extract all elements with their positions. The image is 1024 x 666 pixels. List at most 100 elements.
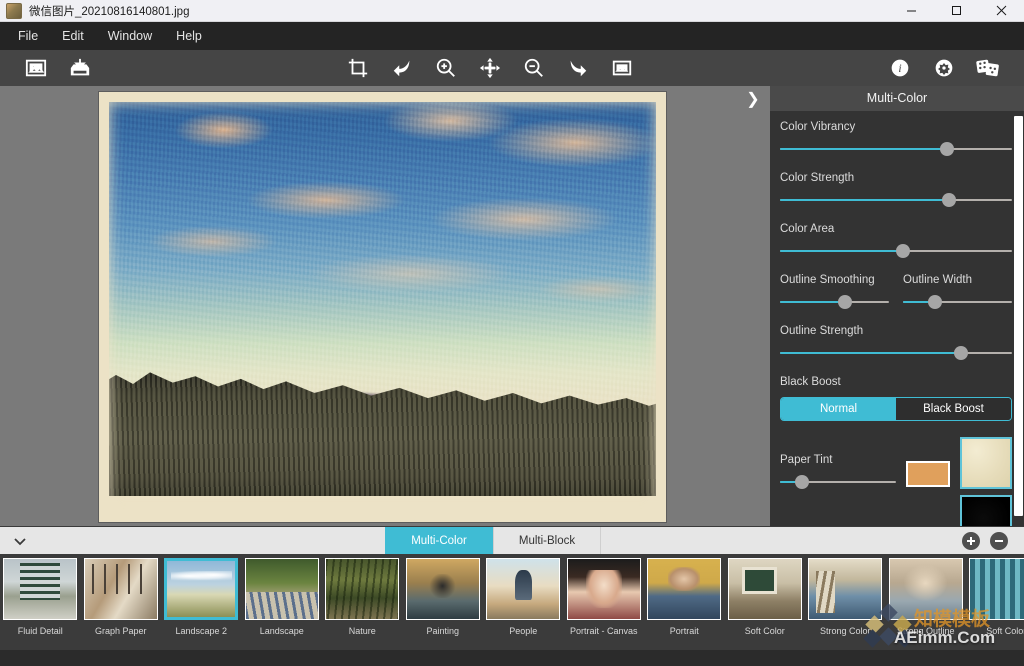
chevron-right-icon[interactable]: ❯ [742, 86, 764, 112]
label-outline-smoothing: Outline Smoothing [780, 273, 875, 286]
slider-thumb[interactable] [838, 294, 853, 309]
settings-gear-icon[interactable] [922, 50, 966, 86]
crop-icon[interactable] [336, 50, 380, 86]
close-button[interactable] [979, 0, 1024, 22]
preset-item-portrait[interactable]: Portrait [644, 554, 725, 650]
control-outline-strength: Outline Strength [780, 325, 1012, 360]
segment-black-boost[interactable]: Black Boost [896, 397, 1011, 420]
label-outline-strength: Outline Strength [780, 324, 864, 337]
preset-label: People [509, 626, 538, 636]
preset-item-landscape[interactable]: Landscape [242, 554, 323, 650]
preset-label: Landscape 2 [175, 626, 228, 636]
label-paper-tint: Paper Tint [780, 453, 833, 466]
slider-fill [780, 351, 961, 354]
minimize-button[interactable] [889, 0, 934, 22]
slider-outline-width[interactable] [903, 294, 1012, 309]
save-image-icon[interactable] [58, 50, 102, 86]
control-row-outline: Outline Smoothing Outline Width [780, 274, 1012, 309]
menu-item-help[interactable]: Help [164, 25, 214, 47]
slider-outline-strength[interactable] [780, 345, 1012, 360]
menu-item-edit[interactable]: Edit [50, 25, 96, 47]
preset-item-people[interactable]: People [483, 554, 564, 650]
image-canvas[interactable]: ❯ [0, 86, 770, 526]
segment-normal[interactable]: Normal [781, 397, 896, 420]
paper-tint-color-swatch[interactable] [906, 460, 950, 487]
control-color-vibrancy: Color Vibrancy [780, 121, 1012, 156]
window-title-bar: 微信图片_20210816140801.jpg [0, 0, 1024, 22]
slider-thumb[interactable] [895, 243, 910, 258]
slider-outline-smoothing[interactable] [780, 294, 889, 309]
redo-icon[interactable] [556, 50, 600, 86]
artwork-preview[interactable] [98, 91, 667, 523]
slider-paper-tint[interactable] [780, 474, 896, 489]
preset-item-soft-color-2[interactable]: Soft Color [966, 554, 1024, 650]
label-color-strength: Color Strength [780, 171, 855, 184]
pan-move-icon[interactable] [468, 50, 512, 86]
tab-multi-color[interactable]: Multi-Color [385, 527, 493, 554]
fit-image-icon[interactable] [600, 50, 644, 86]
tab-action-buttons [946, 527, 1024, 554]
main-body: ❯ Multi-Color Color Vibrancy Color Stren… [0, 86, 1024, 526]
slider-thumb[interactable] [940, 141, 955, 156]
slider-thumb[interactable] [953, 345, 968, 360]
slider-thumb[interactable] [795, 474, 810, 489]
preset-item-painting[interactable]: Painting [403, 554, 484, 650]
preset-tab-bar: Multi-Color Multi-Block [0, 526, 1024, 554]
preset-thumbnail [83, 558, 158, 620]
svg-text:i: i [898, 62, 901, 75]
preset-thumbnail [486, 558, 561, 620]
window-controls [889, 0, 1024, 22]
random-dice-icon[interactable] [966, 50, 1010, 86]
preset-item-soft-color[interactable]: Soft Color [725, 554, 806, 650]
preset-label: Strong Outline [896, 626, 955, 636]
preset-label: Soft Color [986, 626, 1024, 636]
preset-label: Portrait [669, 626, 699, 636]
artwork-sky [99, 92, 666, 411]
chevron-down-icon[interactable] [0, 527, 40, 554]
edge-black-swatch[interactable] [960, 494, 1012, 526]
preset-item-strong-color[interactable]: Strong Color [805, 554, 886, 650]
add-preset-button[interactable] [962, 531, 980, 550]
preset-thumbnail [3, 558, 78, 620]
panel-scrollbar[interactable] [1014, 116, 1023, 516]
control-outline-width: Outline Width [903, 274, 1012, 309]
slider-color-strength[interactable] [780, 192, 1012, 207]
slider-thumb[interactable] [927, 294, 942, 309]
image-file-icon [6, 2, 22, 19]
preset-thumbnail [647, 558, 722, 620]
preset-label: Graph Paper [94, 626, 147, 636]
label-color-area: Color Area [780, 222, 835, 235]
zoom-out-icon[interactable] [512, 50, 556, 86]
preset-item-nature[interactable]: Nature [322, 554, 403, 650]
control-paper-tint: Paper Tint [780, 436, 1012, 489]
zoom-in-icon[interactable] [424, 50, 468, 86]
remove-preset-button[interactable] [990, 531, 1008, 550]
preset-item-portrait-canvas[interactable]: Portrait - Canvas [564, 554, 645, 650]
slider-color-area[interactable] [780, 243, 1012, 258]
menu-item-window[interactable]: Window [96, 25, 164, 47]
tab-multi-block[interactable]: Multi-Block [493, 527, 601, 554]
maximize-button[interactable] [934, 0, 979, 22]
menu-bar: File Edit Window Help [0, 22, 1024, 50]
info-icon[interactable]: i [878, 50, 922, 86]
preset-item-fluid-detail[interactable]: Fluid Detail [0, 554, 81, 650]
paper-texture-swatch[interactable] [960, 436, 1012, 489]
undo-icon[interactable] [380, 50, 424, 86]
menu-item-file[interactable]: File [6, 25, 50, 47]
preset-item-strong-outline[interactable]: Strong Outline [886, 554, 967, 650]
slider-thumb[interactable] [942, 192, 957, 207]
label-outline-width: Outline Width [903, 273, 973, 286]
label-black-boost: Black Boost [780, 375, 841, 388]
panel-controls: Color Vibrancy Color Strength Color Area [770, 111, 1024, 526]
panel-title: Multi-Color [770, 86, 1024, 111]
tab-right-filler [601, 527, 946, 554]
preset-item-graph-paper[interactable]: Graph Paper [81, 554, 162, 650]
preset-thumbnail-strip[interactable]: Fluid Detail Graph Paper Landscape 2 Lan… [0, 554, 1024, 650]
paper-tint-slider-wrap: Paper Tint [780, 454, 896, 489]
slider-color-vibrancy[interactable] [780, 141, 1012, 156]
effect-settings-panel: Multi-Color Color Vibrancy Color Strengt… [770, 86, 1024, 526]
preset-thumbnail [808, 558, 883, 620]
open-image-icon[interactable] [14, 50, 58, 86]
preset-item-landscape-2[interactable]: Landscape 2 [161, 554, 242, 650]
preset-thumbnail [405, 558, 480, 620]
